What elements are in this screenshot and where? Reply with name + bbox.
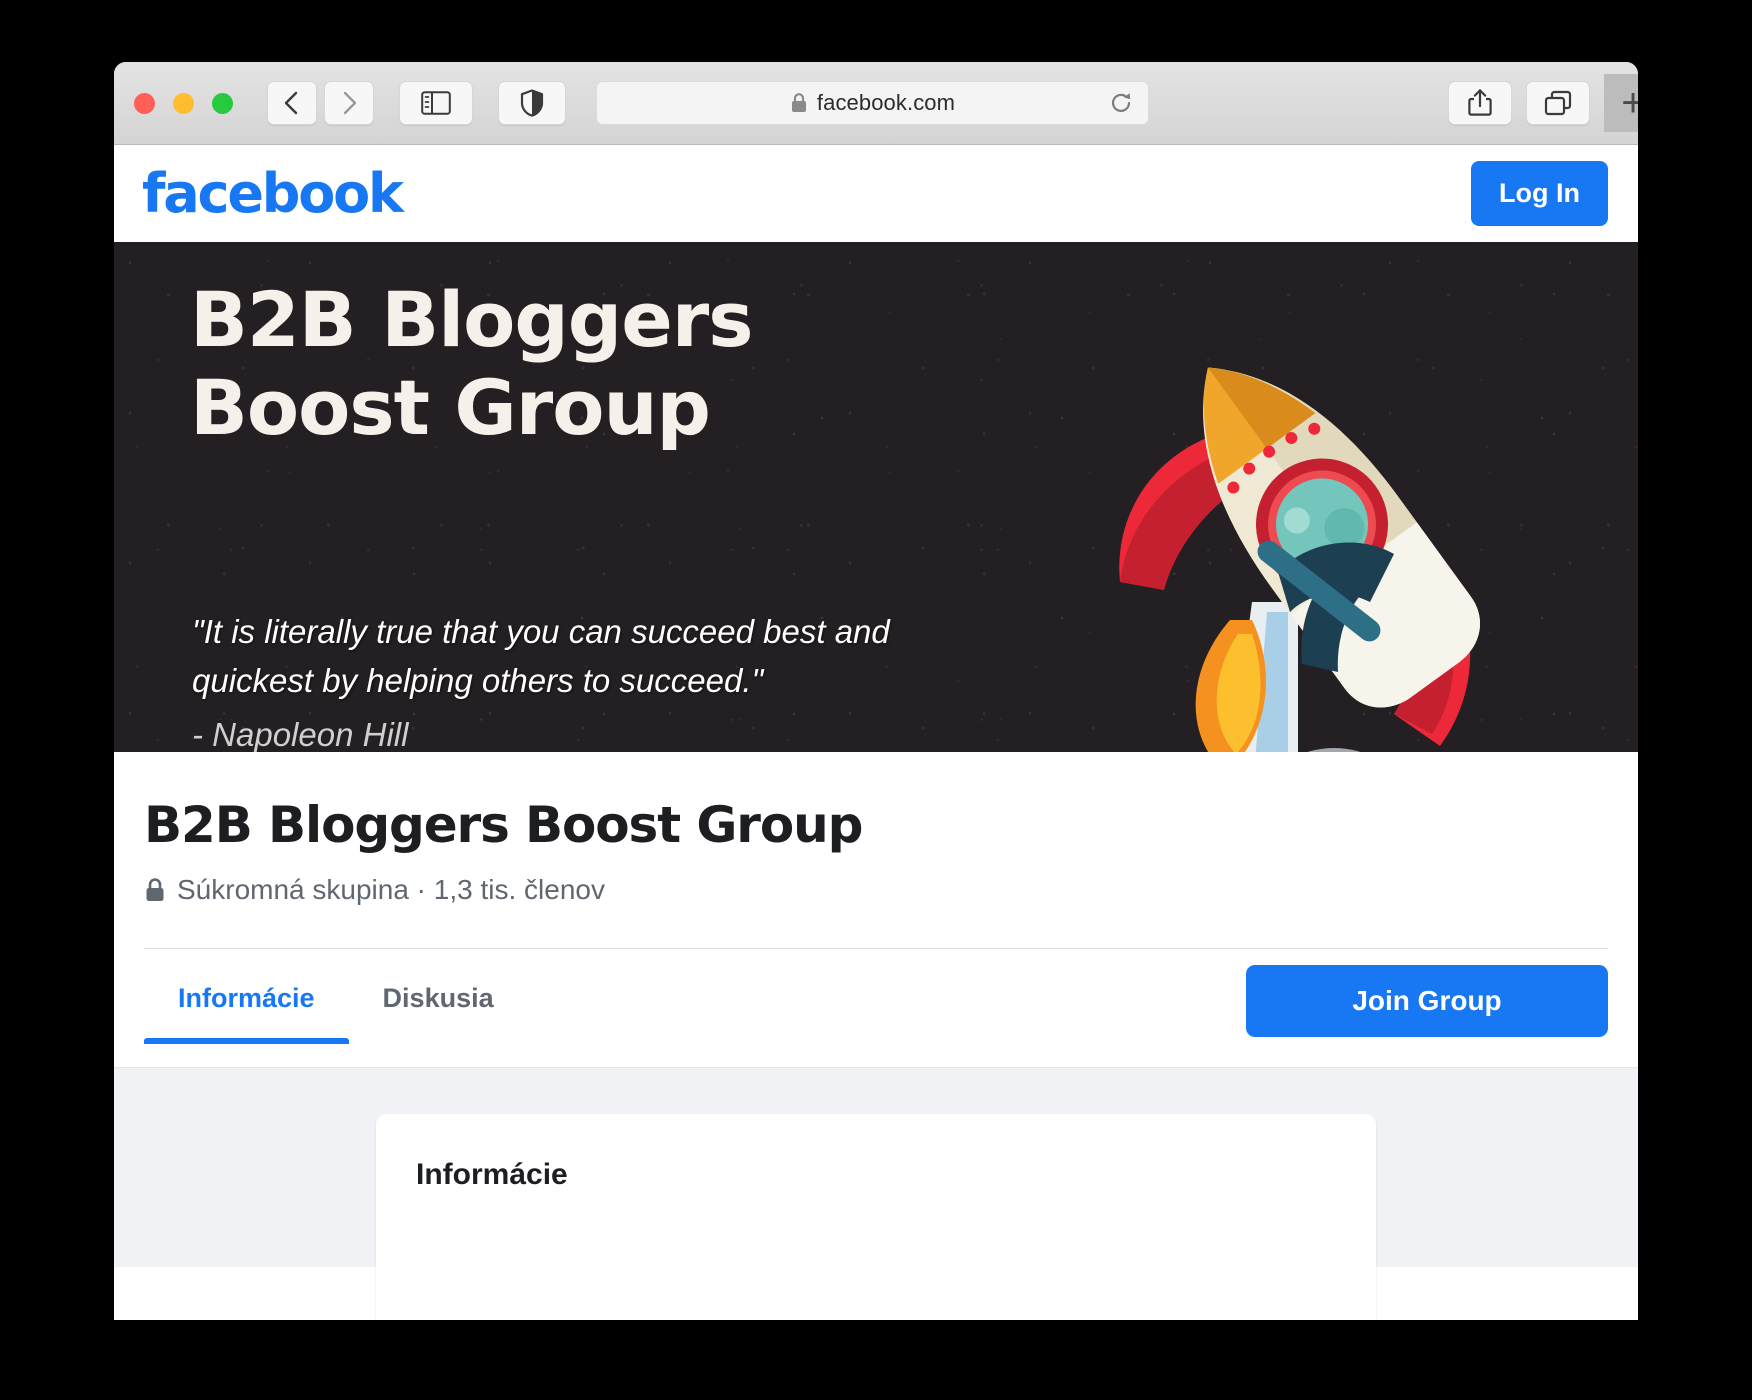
- info-card-title: Informácie: [416, 1158, 568, 1191]
- tab-informacie[interactable]: Informácie: [144, 949, 349, 1044]
- browser-window: facebook.com + facebook Log In B2B Blogg…: [114, 62, 1638, 1320]
- reload-icon: [1111, 93, 1131, 112]
- group-meta-text: Súkromná skupina · 1,3 tis. členov: [177, 874, 605, 905]
- tab-overview-button[interactable]: [1526, 81, 1590, 125]
- page-content-area: Informácie: [114, 1067, 1638, 1320]
- close-window-button[interactable]: [134, 92, 155, 114]
- tab-overview-icon: [1544, 90, 1572, 116]
- group-tabs-row: Informácie Diskusia Join Group: [114, 949, 1638, 1067]
- window-controls: [134, 92, 233, 114]
- info-card[interactable]: Informácie: [376, 1114, 1376, 1320]
- facebook-header: facebook Log In: [114, 145, 1638, 242]
- navigation-buttons: [267, 81, 374, 125]
- reload-button[interactable]: [1108, 90, 1134, 116]
- group-info-section: B2B Bloggers Boost Group Súkromná skupin…: [114, 752, 1638, 949]
- minimize-window-button[interactable]: [173, 92, 194, 114]
- lock-icon: [146, 878, 164, 901]
- login-button[interactable]: Log In: [1471, 161, 1608, 226]
- cover-headline: B2B Bloggers Boost Group: [190, 275, 753, 453]
- browser-toolbar: facebook.com +: [114, 62, 1638, 145]
- privacy-shield-icon: [520, 89, 544, 117]
- cover-attribution: - Napoleon Hill: [192, 716, 409, 752]
- share-icon: [1468, 89, 1492, 116]
- group-title: B2B Bloggers Boost Group: [144, 796, 863, 854]
- lock-icon: [791, 93, 806, 112]
- privacy-report-button[interactable]: [498, 81, 566, 125]
- group-cover-photo[interactable]: B2B Bloggers Boost Group "It is literall…: [114, 242, 1638, 752]
- sidebar-toggle-icon: [421, 91, 451, 115]
- facebook-logo[interactable]: facebook: [142, 166, 404, 221]
- new-tab-label: +: [1621, 81, 1638, 125]
- forward-button[interactable]: [324, 81, 374, 125]
- rocket-illustration: [1119, 367, 1480, 752]
- tab-diskusia[interactable]: Diskusia: [349, 949, 528, 1044]
- url-display: facebook.com: [790, 90, 955, 116]
- share-button[interactable]: [1448, 81, 1512, 125]
- join-group-button[interactable]: Join Group: [1246, 965, 1608, 1037]
- group-tabs: Informácie Diskusia: [144, 949, 528, 1044]
- maximize-window-button[interactable]: [212, 92, 233, 114]
- new-tab-button[interactable]: +: [1604, 74, 1638, 132]
- chevron-left-icon: [284, 91, 298, 115]
- url-text: facebook.com: [816, 90, 956, 115]
- chevron-right-icon: [343, 91, 357, 115]
- toolbar-right-buttons: [1448, 81, 1590, 125]
- address-bar[interactable]: facebook.com: [596, 81, 1149, 125]
- sidebar-toggle-button[interactable]: [399, 81, 473, 125]
- group-meta: Súkromná skupina · 1,3 tis. členov: [144, 874, 1608, 906]
- cover-quote: "It is literally true that you can succe…: [192, 613, 890, 700]
- back-button[interactable]: [267, 81, 317, 125]
